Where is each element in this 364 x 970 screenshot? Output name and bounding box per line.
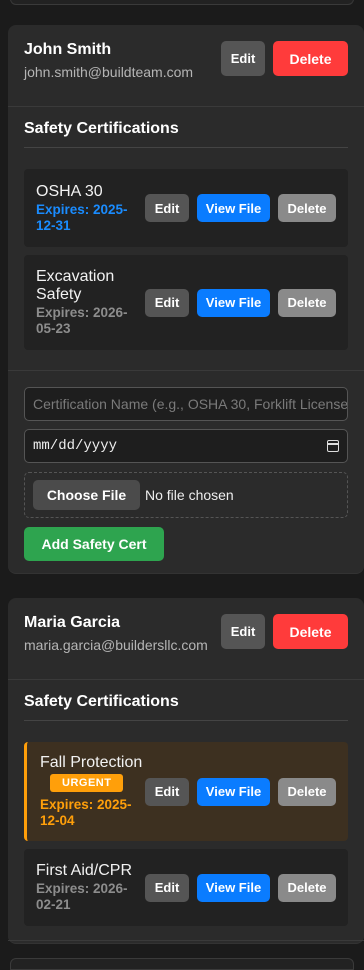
cert-item: Excavation Safety Expires: 2026-05-23 Ed… bbox=[24, 255, 348, 350]
user-card-header: John Smith john.smith@buildteam.com Edit… bbox=[8, 25, 364, 107]
cert-expiry: Expires: 2025-12-04 bbox=[40, 797, 132, 828]
cert-name: Fall Protection bbox=[40, 754, 143, 771]
section-title: Safety Certifications bbox=[24, 107, 348, 148]
delete-cert-button[interactable]: Delete bbox=[278, 777, 336, 806]
cert-name-input[interactable]: Certification Name (e.g., OSHA 30, Forkl… bbox=[24, 387, 348, 421]
edit-cert-button[interactable]: Edit bbox=[145, 288, 189, 317]
edit-user-button[interactable]: Edit bbox=[221, 41, 265, 76]
add-safety-cert-button[interactable]: Add Safety Cert bbox=[24, 527, 164, 561]
view-file-button[interactable]: View File bbox=[197, 777, 270, 806]
add-cert-form: Certification Name (e.g., OSHA 30, Forkl… bbox=[8, 370, 364, 577]
cert-expiry: Expires: 2026-05-23 bbox=[36, 305, 128, 336]
cert-name: Excavation Safety bbox=[36, 268, 115, 303]
cert-actions: Edit View File Delete bbox=[145, 194, 336, 222]
edit-user-button[interactable]: Edit bbox=[221, 614, 265, 649]
cert-item: OSHA 30 Expires: 2025-12-31 Edit View Fi… bbox=[24, 169, 348, 247]
edit-cert-button[interactable]: Edit bbox=[145, 777, 189, 806]
cert-info: Fall Protection URGENT Expires: 2025-12-… bbox=[40, 754, 144, 829]
cert-actions: Edit View File Delete bbox=[145, 873, 336, 902]
section-title: Safety Certifications bbox=[24, 680, 348, 721]
cert-info: First Aid/CPR Expires: 2026-02-21 bbox=[36, 862, 140, 913]
user-name: Maria Garcia bbox=[24, 614, 121, 631]
next-card-edge bbox=[10, 958, 354, 970]
user-card-maria-garcia: Maria Garcia maria.garcia@buildersllc.co… bbox=[8, 598, 364, 943]
user-email: john.smith@buildteam.com bbox=[24, 64, 194, 80]
cert-item: First Aid/CPR Expires: 2026-02-21 Edit V… bbox=[24, 849, 348, 926]
cert-expiry: Expires: 2025-12-31 bbox=[36, 201, 128, 233]
view-file-button[interactable]: View File bbox=[197, 194, 270, 222]
delete-user-button[interactable]: Delete bbox=[273, 41, 348, 76]
view-file-button[interactable]: View File bbox=[197, 873, 270, 902]
user-card-header: Maria Garcia maria.garcia@buildersllc.co… bbox=[8, 598, 364, 680]
cert-name: First Aid/CPR bbox=[36, 862, 133, 879]
previous-card-edge bbox=[10, 0, 354, 5]
safety-certifications-section: Safety Certifications OSHA 30 Expires: 2… bbox=[8, 107, 364, 370]
delete-cert-button[interactable]: Delete bbox=[278, 288, 336, 317]
user-info: Maria Garcia maria.garcia@buildersllc.co… bbox=[24, 613, 208, 653]
safety-certifications-section: Safety Certifications Fall Protection UR… bbox=[8, 680, 364, 926]
view-file-button[interactable]: View File bbox=[197, 288, 270, 317]
cert-name: OSHA 30 bbox=[36, 182, 103, 200]
choose-file-button[interactable]: Choose File bbox=[33, 480, 140, 510]
user-card-john-smith: John Smith john.smith@buildteam.com Edit… bbox=[8, 25, 364, 573]
cert-actions: Edit View File Delete bbox=[145, 777, 336, 806]
user-email: maria.garcia@buildersllc.com bbox=[24, 637, 208, 653]
cert-expiry: Expires: 2026-02-21 bbox=[36, 881, 128, 912]
cert-name-placeholder: Certification Name (e.g., OSHA 30, Forkl… bbox=[33, 396, 348, 412]
edit-cert-button[interactable]: Edit bbox=[145, 194, 189, 222]
delete-cert-button[interactable]: Delete bbox=[278, 873, 336, 902]
user-name: John Smith bbox=[24, 41, 112, 58]
user-actions: Edit Delete bbox=[221, 41, 348, 76]
cert-date-input[interactable]: mm/dd/yyyy bbox=[24, 429, 348, 463]
cert-info: Excavation Safety Expires: 2026-05-23 bbox=[36, 268, 140, 337]
no-file-label: No file chosen bbox=[145, 487, 234, 503]
file-upload-field: Choose File No file chosen bbox=[24, 472, 348, 518]
user-info: John Smith john.smith@buildteam.com bbox=[24, 40, 193, 80]
delete-user-button[interactable]: Delete bbox=[273, 614, 348, 649]
delete-cert-button[interactable]: Delete bbox=[278, 194, 336, 222]
cert-actions: Edit View File Delete bbox=[145, 288, 336, 317]
card-divider bbox=[8, 940, 364, 941]
user-actions: Edit Delete bbox=[221, 614, 348, 649]
edit-cert-button[interactable]: Edit bbox=[145, 873, 189, 902]
date-placeholder: mm/dd/yyyy bbox=[33, 438, 118, 454]
calendar-icon[interactable] bbox=[327, 440, 339, 452]
cert-item-urgent: Fall Protection URGENT Expires: 2025-12-… bbox=[24, 742, 348, 841]
cert-info: OSHA 30 Expires: 2025-12-31 bbox=[36, 183, 140, 234]
urgent-badge: URGENT bbox=[50, 774, 124, 792]
